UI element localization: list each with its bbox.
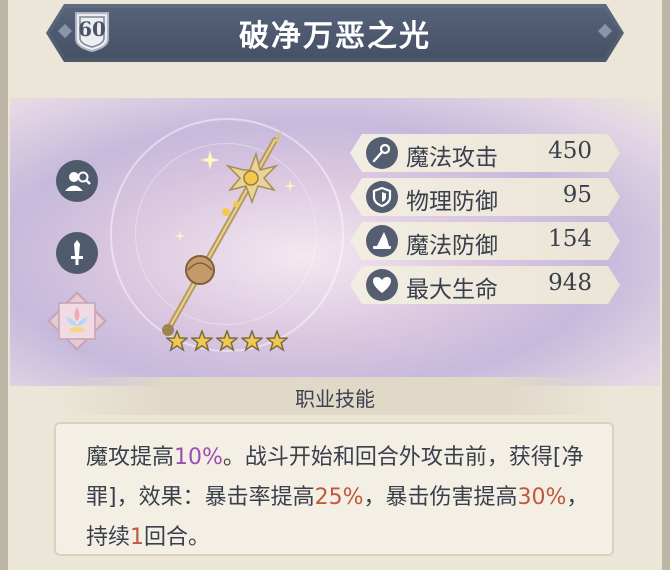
panel-right-border (662, 0, 670, 570)
skill-section-title: 职业技能 (295, 387, 375, 411)
inspect-character-button[interactable] (56, 160, 98, 202)
skill-description: 魔攻提高10%。战斗开始和回合外攻击前，获得[净罪]，效果：暴击率提高25%，暴… (86, 438, 596, 558)
stat-label: 魔法防御 (406, 233, 498, 259)
star-icon (241, 330, 263, 352)
stat-row-magic-attack: 魔法攻击 450 (350, 134, 620, 172)
item-level: 60 (78, 17, 106, 41)
star-icon (216, 330, 238, 352)
stat-value: 95 (562, 182, 592, 208)
job-emblem-icon[interactable] (46, 290, 108, 352)
inspect-character-icon (65, 171, 91, 191)
stat-label: 最大生命 (406, 277, 498, 303)
rarity-stars (166, 330, 288, 352)
skill-highlight: 1 (130, 525, 145, 550)
skill-highlight: 25% (314, 485, 364, 510)
star-icon (166, 330, 188, 352)
star-icon (266, 330, 288, 352)
stat-row-physical-defense: 物理防御 95 (350, 178, 620, 216)
weapon-type-icon (71, 240, 83, 265)
skill-text: 回合。 (144, 525, 211, 550)
panel-left-border (0, 0, 8, 570)
stat-label: 物理防御 (406, 189, 498, 215)
skill-text: ，暴击伤害提高 (363, 485, 518, 510)
skill-text: 魔攻提高 (86, 445, 175, 470)
stat-row-max-hp: 最大生命 948 (350, 266, 620, 304)
shield-icon (372, 186, 392, 208)
stat-value: 948 (548, 270, 592, 296)
heart-icon (373, 277, 391, 293)
wizard-hat-icon (373, 232, 391, 249)
item-name: 破净万恶之光 (239, 19, 431, 54)
weapon-type-button[interactable] (56, 232, 98, 274)
staff-weapon-image (162, 128, 296, 336)
stat-row-magic-defense: 魔法防御 154 (350, 222, 620, 260)
magic-wand-icon (372, 143, 391, 163)
stat-value: 154 (548, 226, 592, 252)
skill-highlight: 10% (174, 445, 223, 470)
star-icon (191, 330, 213, 352)
stat-label: 魔法攻击 (406, 145, 498, 171)
stat-value: 450 (548, 138, 592, 164)
skill-highlight: 30% (517, 485, 567, 510)
